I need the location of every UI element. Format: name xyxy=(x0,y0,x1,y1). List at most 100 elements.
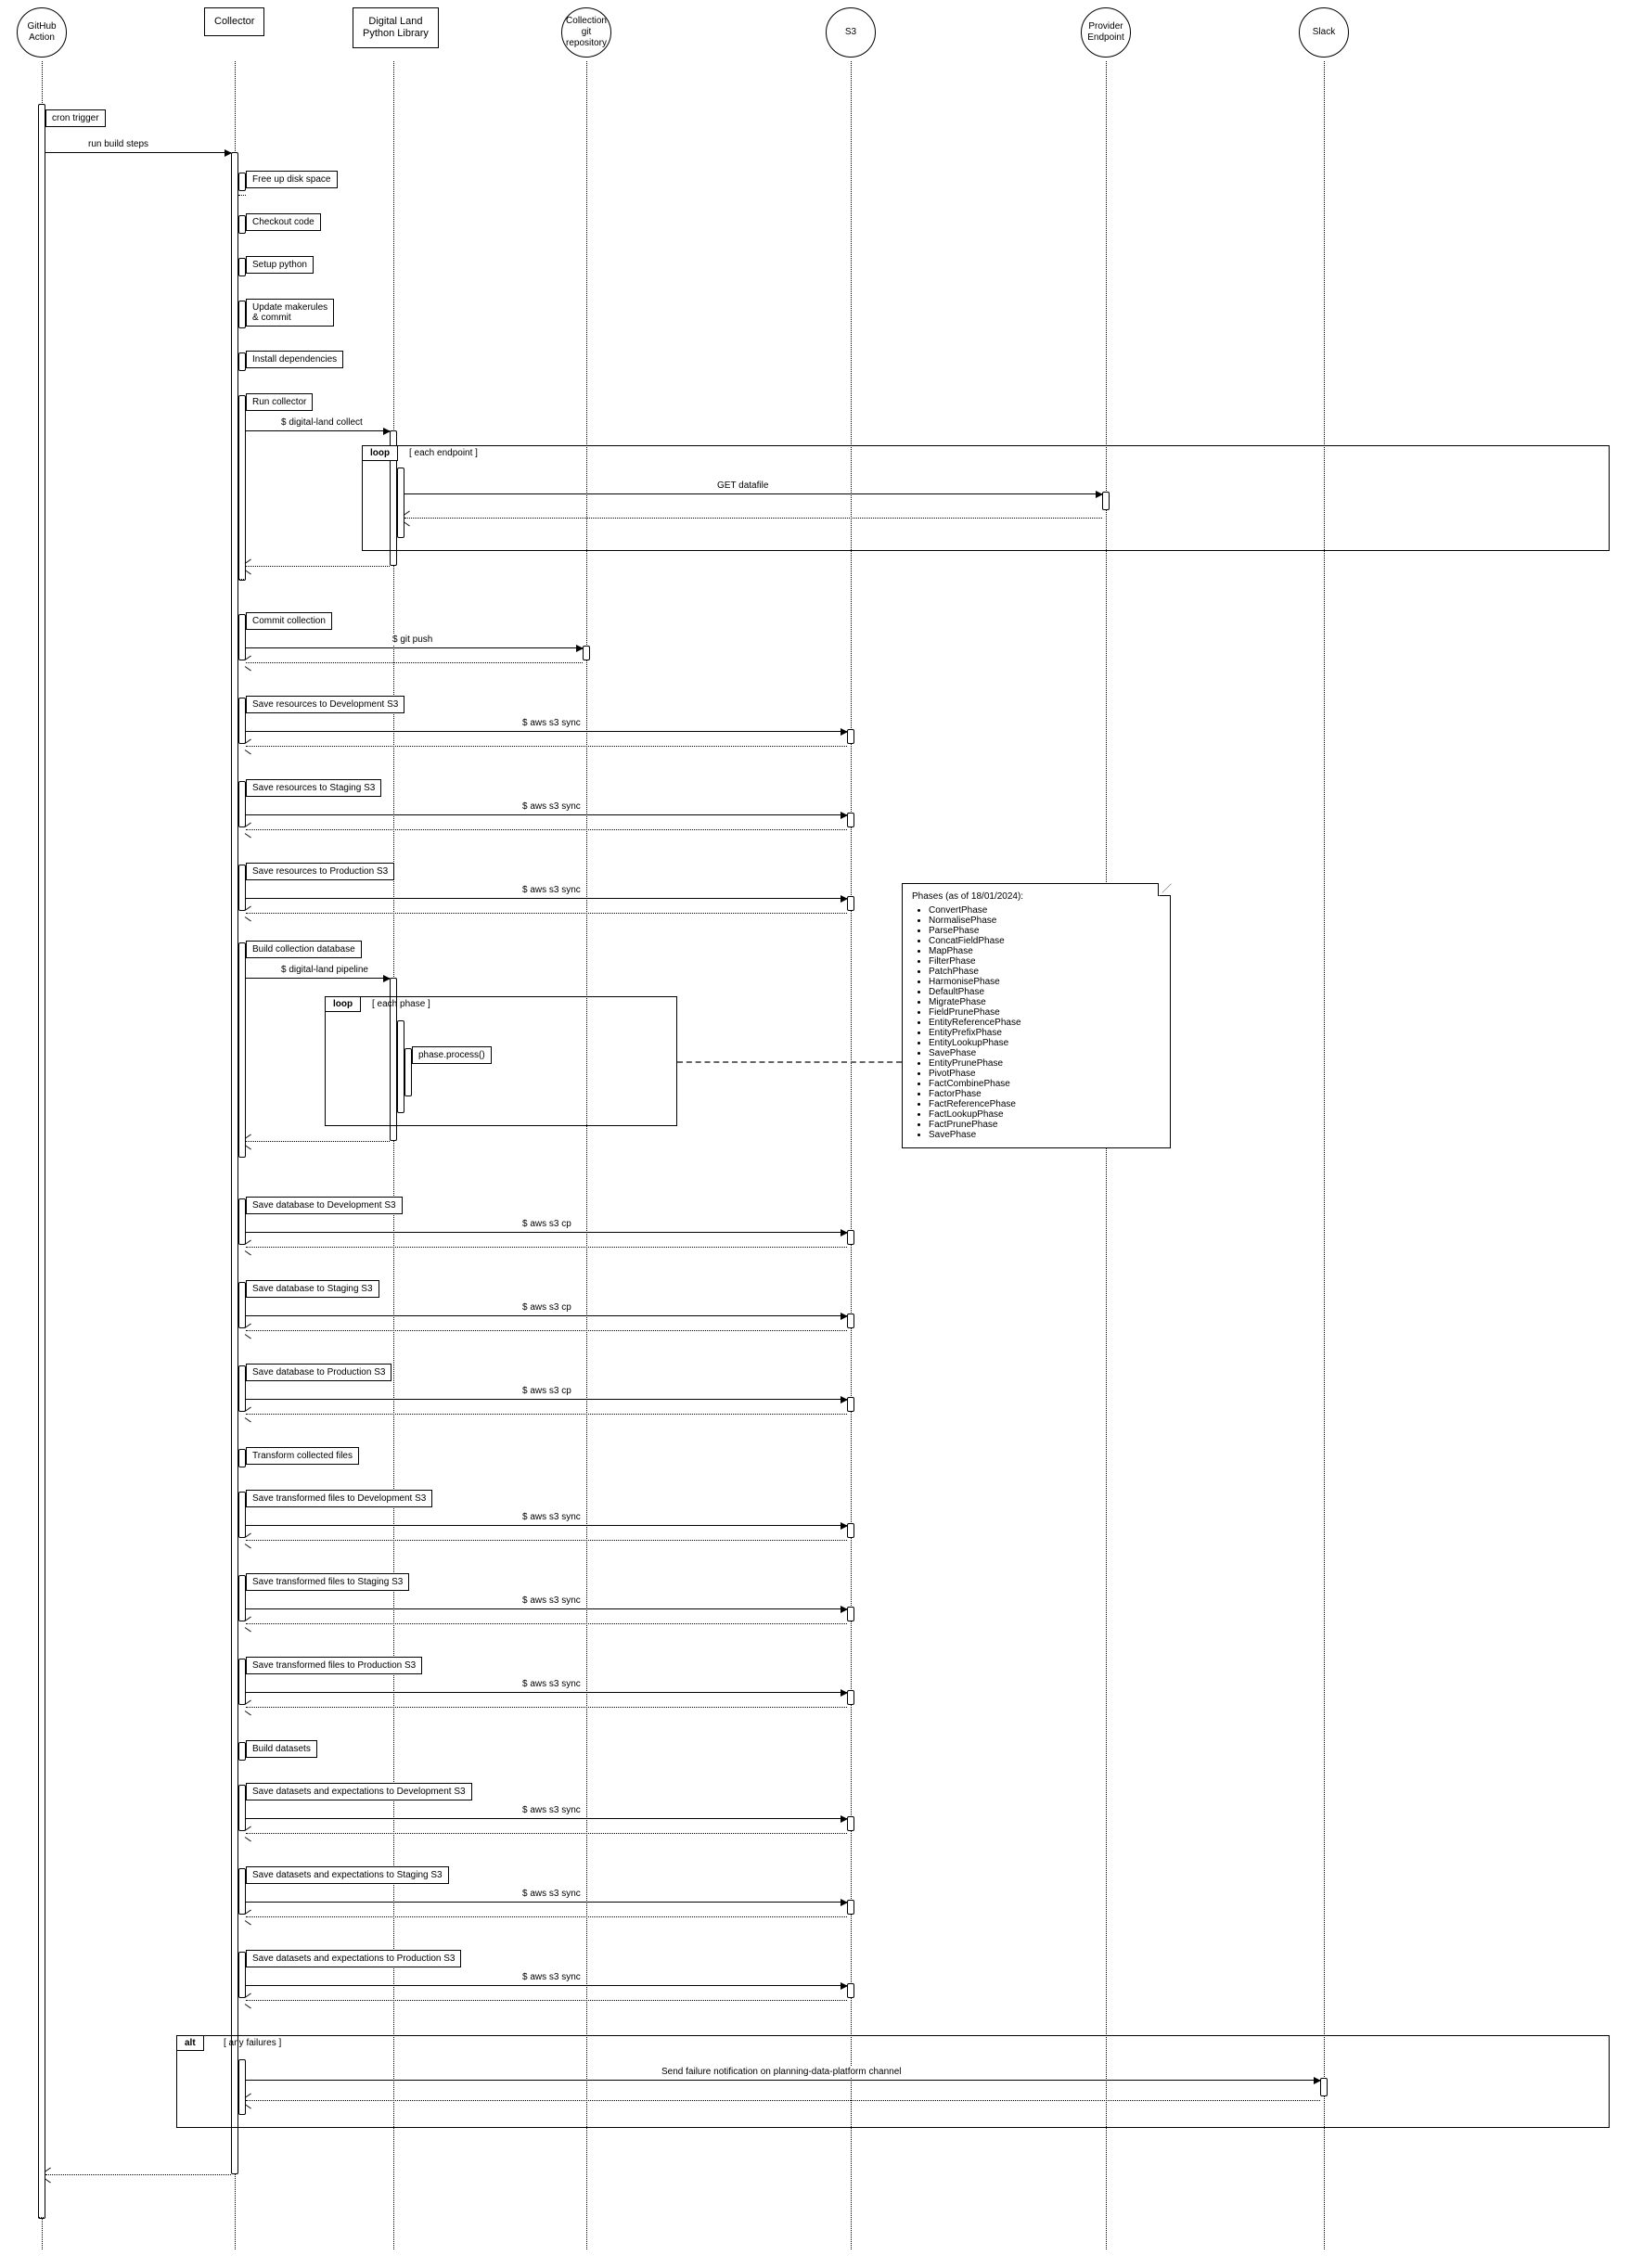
msg-installdeps: Install dependencies xyxy=(246,351,343,368)
arrow-cp-1 xyxy=(246,1232,847,1233)
msg-savedsprod: Save datasets and expectations to Produc… xyxy=(246,1950,461,1967)
phase-item: NormalisePhase xyxy=(929,916,1161,926)
label-sync-8: $ aws s3 sync xyxy=(520,1889,584,1899)
arrow-sync-7 xyxy=(246,1818,847,1819)
act-s3-5 xyxy=(847,1607,854,1621)
phase-item: FactCombinePhase xyxy=(929,1079,1161,1089)
lifeline-s3 xyxy=(851,61,852,2249)
msg-dlcollect: $ digital-land collect xyxy=(278,417,366,428)
label-cp-1: $ aws s3 cp xyxy=(520,1219,574,1229)
act-saveresprod xyxy=(238,865,246,911)
act-saveresstg xyxy=(238,781,246,827)
participant-gitrepo: Collectiongitrepository xyxy=(561,7,611,58)
ret-sync-5 xyxy=(246,1623,847,1624)
phase-item: HarmonisePhase xyxy=(929,977,1161,987)
sequence-diagram: GitHubAction Collector Digital LandPytho… xyxy=(0,0,1630,2268)
fragment-loop-endpoints: loop [ each endpoint ] xyxy=(362,445,1610,551)
ret-sync-7 xyxy=(246,1833,847,1834)
msg-savetfstg: Save transformed files to Staging S3 xyxy=(246,1573,409,1591)
label-sync-9: $ aws s3 sync xyxy=(520,1972,584,1982)
act-gitrepo xyxy=(583,646,590,660)
arrow-sync-9 xyxy=(246,1985,847,1986)
phase-item: ConcatFieldPhase xyxy=(929,936,1161,946)
activation-collector xyxy=(231,152,238,2174)
arrow-cp-3 xyxy=(246,1399,847,1400)
msg-saveresstg: Save resources to Staging S3 xyxy=(246,779,381,797)
label-sync-3: $ aws s3 sync xyxy=(520,885,584,895)
alt-tag: alt xyxy=(177,2036,204,2051)
ret-freespace xyxy=(238,195,246,196)
phase-item: EntityReferencePhase xyxy=(929,1018,1161,1028)
label-cp-2: $ aws s3 cp xyxy=(520,1302,574,1313)
arrow-sync-1 xyxy=(246,731,847,732)
msg-commitcoll: Commit collection xyxy=(246,612,332,630)
fragment-alt: alt [ any failures ] xyxy=(176,2035,1610,2128)
arrow-gitpush xyxy=(246,647,583,648)
label-sync-4: $ aws s3 sync xyxy=(520,1512,584,1522)
ret-sendfailure xyxy=(246,2100,1320,2101)
act-s3-8 xyxy=(847,1900,854,1915)
phase-item: PatchPhase xyxy=(929,967,1161,977)
phases-list: ConvertPhaseNormalisePhaseParsePhaseConc… xyxy=(912,905,1161,1140)
msg-getdatafile: GET datafile xyxy=(714,481,771,491)
label-cp-3: $ aws s3 cp xyxy=(520,1386,574,1396)
phase-item: PivotPhase xyxy=(929,1069,1161,1079)
msg-sendfailure: Send failure notification on planning-da… xyxy=(659,2067,905,2077)
loop-tag: loop xyxy=(363,446,398,461)
phase-item: SavePhase xyxy=(929,1048,1161,1058)
msg-savedbprod: Save database to Production S3 xyxy=(246,1364,391,1381)
msg-savedsdev: Save datasets and expectations to Develo… xyxy=(246,1783,472,1800)
act-s3-3 xyxy=(847,896,854,911)
phase-item: FactLookupPhase xyxy=(929,1109,1161,1120)
act-savetfstg xyxy=(238,1575,246,1621)
phase-item: EntityPrefixPhase xyxy=(929,1028,1161,1038)
lifeline-provider xyxy=(1106,61,1107,2249)
ret-cp-2 xyxy=(246,1330,847,1331)
phase-item: ConvertPhase xyxy=(929,905,1161,916)
note-phases: Phases (as of 18/01/2024): ConvertPhaseN… xyxy=(902,883,1171,1148)
alt-guard: [ any failures ] xyxy=(224,2038,281,2048)
note-title: Phases (as of 18/01/2024): xyxy=(912,891,1161,902)
participant-dlpl: Digital LandPython Library xyxy=(353,7,439,48)
lifeline-slack xyxy=(1324,61,1325,2249)
act-s3-7 xyxy=(847,1816,854,1831)
participant-provider: ProviderEndpoint xyxy=(1081,7,1131,58)
phase-item: DefaultPhase xyxy=(929,987,1161,997)
ret-final-github xyxy=(38,2217,45,2218)
act-installdeps xyxy=(238,352,246,371)
msg-gitpush: $ git push xyxy=(390,634,435,645)
lifeline-dlpl xyxy=(393,61,394,2249)
phase-item: FilterPhase xyxy=(929,956,1161,967)
arrow-sync-8 xyxy=(246,1902,847,1903)
participant-s3: S3 xyxy=(826,7,876,58)
msg-setuppy: Setup python xyxy=(246,256,314,274)
act-savedsprod xyxy=(238,1952,246,1998)
arrow-sync-2 xyxy=(246,814,847,815)
label-sync-7: $ aws s3 sync xyxy=(520,1805,584,1815)
msg-updatemake: Update makerules& commit xyxy=(246,299,334,327)
msg-dlpipeline: $ digital-land pipeline xyxy=(278,965,371,975)
act-s3-4 xyxy=(847,1523,854,1538)
phase-item: SavePhase xyxy=(929,1130,1161,1140)
phase-item: FactReferencePhase xyxy=(929,1099,1161,1109)
ret-sync-1 xyxy=(246,746,847,747)
label-sync-2: $ aws s3 sync xyxy=(520,801,584,812)
label-sync-1: $ aws s3 sync xyxy=(520,718,584,728)
activation-github xyxy=(38,104,45,2219)
ret-sync-3 xyxy=(246,913,847,914)
act-transform xyxy=(238,1449,246,1467)
act-s3-2 xyxy=(847,813,854,827)
phase-item: EntityPrunePhase xyxy=(929,1058,1161,1069)
arrow-dlcollect xyxy=(246,430,390,431)
msg-saveresprod: Save resources to Production S3 xyxy=(246,863,394,880)
act-saveresdev xyxy=(238,698,246,744)
msg-freespace: Free up disk space xyxy=(246,171,338,188)
phase-item: EntityLookupPhase xyxy=(929,1038,1161,1048)
ret-sync-8 xyxy=(246,1916,847,1917)
act-builddatasets xyxy=(238,1742,246,1761)
act-checkout xyxy=(238,215,246,234)
act-savedsdev xyxy=(238,1785,246,1831)
phase-item: FactorPhase xyxy=(929,1089,1161,1099)
ret-cp-3 xyxy=(246,1414,847,1415)
ret-getdatafile xyxy=(404,518,1102,519)
